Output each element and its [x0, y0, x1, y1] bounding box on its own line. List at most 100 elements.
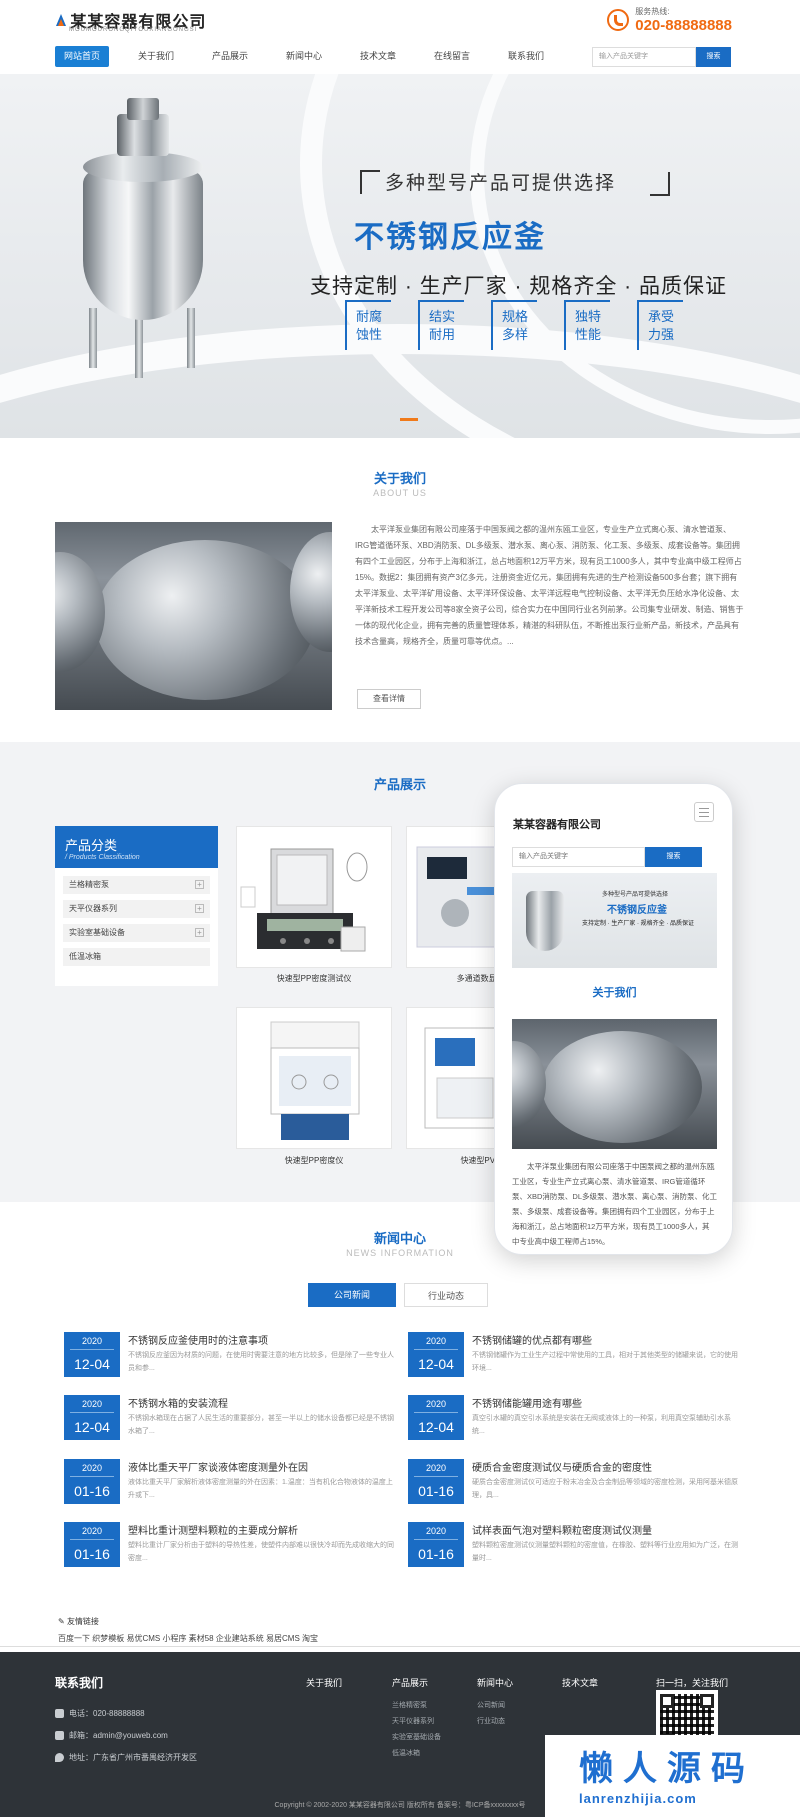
product-card[interactable]	[236, 1007, 392, 1149]
news-date: 2020 01-16	[64, 1522, 120, 1567]
footer-link[interactable]: 公司新闻	[477, 1700, 505, 1710]
nav-news[interactable]: 新闻中心	[269, 46, 339, 67]
nav-about[interactable]: 关于我们	[121, 46, 191, 67]
footer-email: 邮箱：admin@youweb.com	[55, 1730, 168, 1741]
tab-industry-news[interactable]: 行业动态	[404, 1283, 488, 1307]
product-card[interactable]	[236, 826, 392, 968]
news-date: 2020 12-04	[408, 1395, 464, 1440]
hotline-number: 020-88888888	[635, 17, 732, 34]
phone-icon	[55, 1709, 64, 1719]
phone-icon	[607, 9, 630, 31]
hotline: 服务热线: 020-88888888	[607, 6, 732, 34]
nav-message[interactable]: 在线留言	[417, 46, 487, 67]
nav-contact[interactable]: 联系我们	[491, 46, 561, 67]
divider	[0, 1646, 800, 1647]
footer-link[interactable]: 实验室基础设备	[392, 1732, 441, 1742]
news-title[interactable]: 塑料比重计测塑料颗粒的主要成分解析	[128, 1522, 298, 1537]
news-title[interactable]: 试样表面气泡对塑料颗粒密度测试仪测量	[472, 1522, 652, 1537]
news-item[interactable]: 2020 01-16 试样表面气泡对塑料颗粒密度测试仪测量 塑料颗粒密度测试仪测量…	[408, 1522, 738, 1572]
footer-link[interactable]: 行业动态	[477, 1716, 505, 1726]
product-categories: 产品分类 / Products Classification 兰格精密泵 + 天平…	[55, 826, 218, 986]
footer-link[interactable]: 兰格精密泵	[392, 1700, 427, 1710]
qr-title: 扫一扫，关注我们	[656, 1678, 729, 1688]
footer-col-news[interactable]: 新闻中心	[477, 1676, 513, 1689]
news-title[interactable]: 液体比重天平厂家谈液体密度测量外在因	[128, 1459, 308, 1474]
nav-products[interactable]: 产品展示	[195, 46, 265, 67]
news-item[interactable]: 2020 12-04 不锈钢储能罐用途有哪些 真空引水罐的真空引水系统是安装在无阀…	[408, 1395, 738, 1445]
news-date: 2020 01-16	[64, 1459, 120, 1504]
main-nav: 网站首页 关于我们 产品展示 新闻中心 技术文章 在线留言 联系我们 输入产品关…	[0, 40, 800, 74]
news-item[interactable]: 2020 12-04 不锈钢水箱的安装流程 不锈钢水箱现在占据了人民生活的重要部分…	[64, 1395, 394, 1445]
search-input[interactable]: 输入产品关键字	[592, 47, 696, 67]
category-item[interactable]: 低温冰箱	[63, 948, 210, 966]
feature-badge: 承受 力强	[637, 300, 683, 350]
footer-col-about[interactable]: 关于我们	[306, 1676, 342, 1689]
hero-banner[interactable]: 多种型号产品可提供选择 不锈钢反应釜 支持定制 · 生产厂家 · 规格齐全 · …	[0, 74, 800, 438]
friend-links-title: ✎ 友情链接	[58, 1617, 99, 1626]
feature-badge: 规格 多样	[491, 300, 537, 350]
glovebox-image	[270, 1021, 360, 1140]
nav-home[interactable]: 网站首页	[55, 46, 109, 67]
watermark: 懒人源码 lanrenzhijia.com	[545, 1735, 800, 1817]
news-desc: 不锈钢储罐作为工业生产过程中常使用的工具，相对于其他类型的储罐来说，它的使用环境…	[472, 1352, 738, 1372]
news-title-en: NEWS INFORMATION	[346, 1248, 454, 1258]
category-item[interactable]: 兰格精密泵 +	[63, 876, 210, 894]
nav-articles[interactable]: 技术文章	[343, 46, 413, 67]
news-date: 2020 12-04	[64, 1395, 120, 1440]
footer-col-articles[interactable]: 技术文章	[562, 1676, 598, 1689]
mobile-search-input[interactable]: 输入产品关键字	[512, 847, 645, 867]
tab-company-news[interactable]: 公司新闻	[308, 1283, 396, 1307]
mobile-preview: 某某容器有限公司 输入产品关键字 搜索 多种型号产品可提供选择 不锈钢反应釜 支…	[494, 783, 733, 1255]
about-text: 太平洋泵业集团有限公司座落于中国泵阀之都的温州东瓯工业区，专业生产立式离心泵、清…	[355, 525, 744, 646]
link-icon: ✎	[58, 1617, 67, 1626]
news-item[interactable]: 2020 01-16 硬质合金密度测试仪与硬质合金的密度性 硬质合金密度测试仪可适…	[408, 1459, 738, 1509]
banner-tagline: 支持定制 · 生产厂家 · 规格齐全 · 品质保证	[310, 275, 727, 298]
footer-link[interactable]: 低温冰箱	[392, 1748, 420, 1758]
header: 某某容器有限公司 MOUMOURONGQIYOUXIANGONGSI 服务热线:…	[0, 0, 800, 40]
banner-subtitle: 多种型号产品可提供选择	[385, 173, 617, 194]
about-more-button[interactable]: 查看详情	[357, 689, 421, 709]
news-title[interactable]: 不锈钢反应釜使用时的注意事项	[128, 1332, 268, 1347]
about-image	[55, 522, 332, 710]
news-desc: 硬质合金密度测试仪可适应于粉末冶金及合金制品等领域的密度检测，采用阿基米德原理，…	[472, 1479, 738, 1499]
news-date: 2020 12-04	[408, 1332, 464, 1377]
banner-title: 不锈钢反应釜	[354, 221, 546, 254]
mobile-menu-icon[interactable]	[694, 802, 714, 822]
product-name[interactable]: 快速型PP密度仪	[229, 1155, 399, 1166]
footer-col-products[interactable]: 产品展示	[392, 1676, 428, 1689]
news-title: 新闻中心	[373, 1231, 426, 1246]
news-title[interactable]: 不锈钢储罐的优点都有哪些	[472, 1332, 592, 1347]
news-item[interactable]: 2020 12-04 不锈钢储罐的优点都有哪些 不锈钢储罐作为工业生产过程中常使用…	[408, 1332, 738, 1382]
mobile-about-image	[512, 1019, 717, 1149]
footer-address: 地址：广东省广州市番禺经济开发区	[55, 1752, 197, 1763]
slider-indicator[interactable]	[400, 418, 418, 421]
news-item[interactable]: 2020 01-16 液体比重天平厂家谈液体密度测量外在因 液体比重天平厂家解析液…	[64, 1459, 394, 1509]
mobile-logo: 某某容器有限公司	[513, 819, 601, 831]
location-icon	[55, 1753, 64, 1763]
hotline-label: 服务热线:	[635, 7, 670, 16]
news-title[interactable]: 硬质合金密度测试仪与硬质合金的密度性	[472, 1459, 652, 1474]
banner-features: 耐腐 蚀性 结实 耐用 规格 多样 独特 性能 承受 力强	[345, 300, 710, 350]
news-desc: 塑料比重计厂家分析由于塑料的导热性差，使塑件内部难以很快冷却而先成收缩大的同密度…	[128, 1542, 394, 1562]
logo[interactable]: 某某容器有限公司 MOUMOURONGQIYOUXIANGONGSI	[55, 8, 206, 33]
about-title-en: ABOUT US	[373, 488, 427, 498]
news-title[interactable]: 不锈钢水箱的安装流程	[128, 1395, 228, 1410]
search-button[interactable]: 搜索	[696, 47, 731, 67]
expand-icon[interactable]: +	[195, 928, 204, 937]
expand-icon[interactable]: +	[195, 880, 204, 889]
mail-icon	[55, 1731, 64, 1741]
news-title[interactable]: 不锈钢储能罐用途有哪些	[472, 1395, 582, 1410]
news-date: 2020 01-16	[408, 1522, 464, 1567]
feature-badge: 耐腐 蚀性	[345, 300, 391, 350]
friend-links[interactable]: 百度一下 织梦模板 易优CMS 小程序 素材58 企业建站系统 易居CMS 淘宝	[58, 1633, 318, 1644]
mobile-search-button[interactable]: 搜索	[645, 847, 702, 867]
footer-link[interactable]: 天平仪器系列	[392, 1716, 434, 1726]
news-item[interactable]: 2020 01-16 塑料比重计测塑料颗粒的主要成分解析 塑料比重计厂家分析由于塑…	[64, 1522, 394, 1572]
product-name[interactable]: 快速型PP密度测试仪	[229, 973, 399, 984]
news-item[interactable]: 2020 12-04 不锈钢反应釜使用时的注意事项 不锈钢反应釜因为材质的问题，在…	[64, 1332, 394, 1382]
density-meter-image	[240, 848, 368, 952]
category-item[interactable]: 天平仪器系列 +	[63, 900, 210, 918]
category-item[interactable]: 实验室基础设备 +	[63, 924, 210, 942]
expand-icon[interactable]: +	[195, 904, 204, 913]
mobile-banner: 多种型号产品可提供选择 不锈钢反应釜 支持定制 · 生产厂家 · 规格齐全 · …	[512, 873, 717, 968]
